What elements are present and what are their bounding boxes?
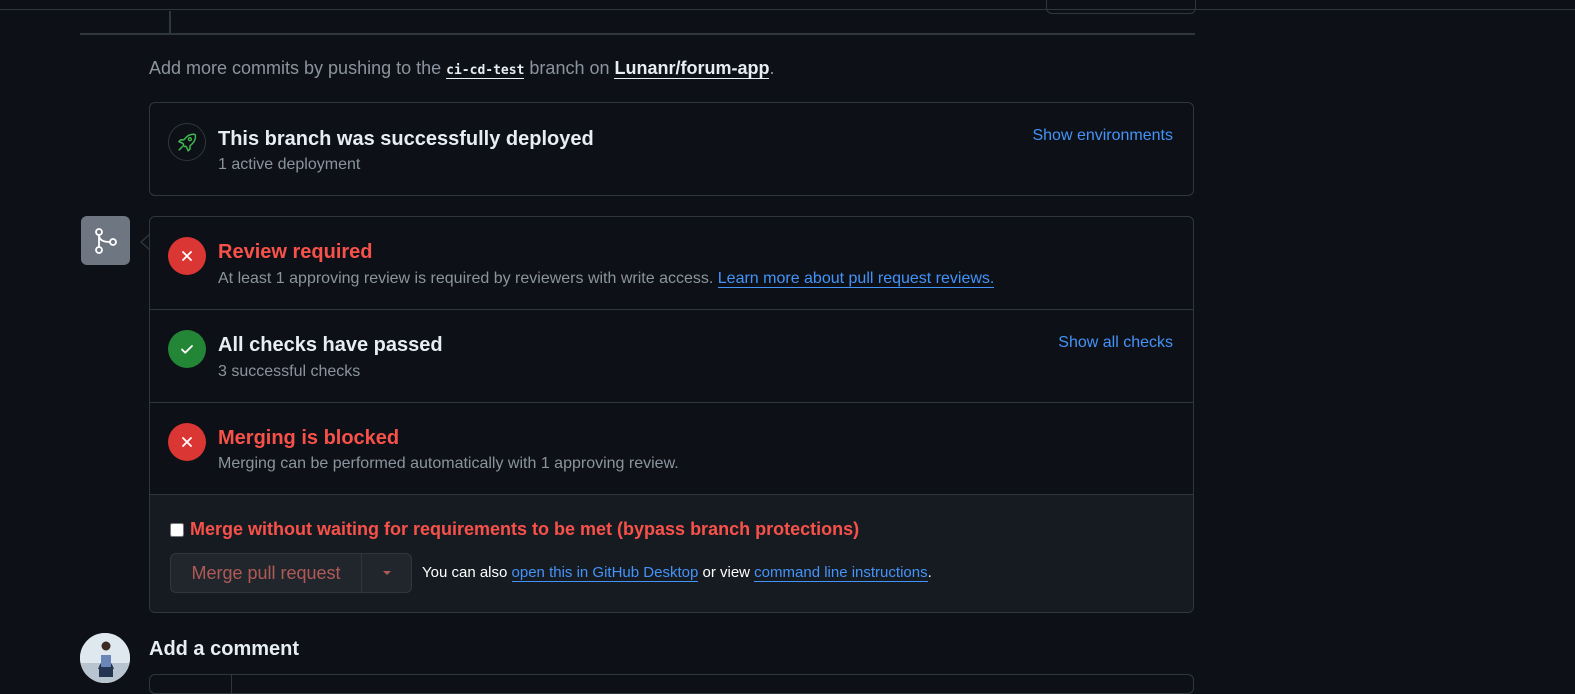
review-section: Review required At least 1 approving rev… xyxy=(150,217,1193,310)
bypass-label: Merge without waiting for requirements t… xyxy=(190,519,860,539)
also-suffix: . xyxy=(927,564,932,581)
check-icon xyxy=(168,330,206,368)
merge-options-dropdown[interactable] xyxy=(362,554,411,592)
branch-name-link[interactable]: ci-cd-test xyxy=(446,63,525,79)
add-comment-heading: Add a comment xyxy=(149,638,300,660)
checks-title: All checks have passed xyxy=(218,334,443,356)
review-text: At least 1 approving review is required … xyxy=(218,270,718,287)
partial-button[interactable] xyxy=(1046,0,1196,14)
also-middle: or view xyxy=(698,564,755,581)
bypass-checkbox[interactable] xyxy=(170,522,184,537)
comment-box[interactable] xyxy=(149,674,1194,694)
deployment-title: This branch was successfully deployed xyxy=(218,128,594,150)
deployment-box: This branch was successfully deployed 1 … xyxy=(149,102,1194,196)
section-divider xyxy=(80,33,1195,35)
bypass-option[interactable]: Merge without waiting for requirements t… xyxy=(170,519,859,540)
x-icon xyxy=(168,237,206,275)
git-merge-icon xyxy=(81,216,130,265)
merge-box: Review required At least 1 approving rev… xyxy=(149,216,1194,613)
merge-pull-request-button[interactable]: Merge pull request xyxy=(171,554,362,592)
hint-suffix: . xyxy=(769,58,775,78)
review-description: At least 1 approving review is required … xyxy=(218,270,995,288)
rocket-icon xyxy=(168,123,206,161)
repo-link[interactable]: Lunanr/forum-app xyxy=(614,58,770,79)
alternative-options: You can also open this in GitHub Desktop… xyxy=(422,564,932,582)
command-line-instructions-link[interactable]: command line instructions xyxy=(754,564,928,582)
blocked-title: Merging is blocked xyxy=(218,427,400,449)
push-hint: Add more commits by pushing to the ci-cd… xyxy=(149,58,775,79)
review-title: Review required xyxy=(218,241,373,263)
merge-button-group: Merge pull request xyxy=(170,553,412,593)
github-desktop-link[interactable]: open this in GitHub Desktop xyxy=(511,564,699,582)
blocked-subtitle: Merging can be performed automatically w… xyxy=(218,455,679,472)
also-prefix: You can also xyxy=(422,564,512,581)
learn-more-reviews-link[interactable]: Learn more about pull request reviews. xyxy=(717,270,995,288)
show-all-checks-link[interactable]: Show all checks xyxy=(1058,334,1173,352)
blocked-section: Merging is blocked Merging can be perfor… xyxy=(150,403,1193,495)
triangle-down-icon xyxy=(382,571,391,575)
show-environments-link[interactable]: Show environments xyxy=(1032,127,1173,145)
top-divider xyxy=(0,9,1575,10)
merge-actions-section: Merge without waiting for requirements t… xyxy=(150,495,1193,612)
checks-subtitle: 3 successful checks xyxy=(218,363,361,380)
checks-section: All checks have passed 3 successful chec… xyxy=(150,310,1193,403)
avatar[interactable] xyxy=(80,633,130,683)
timeline-line xyxy=(169,11,171,33)
comment-write-tab[interactable] xyxy=(149,674,232,694)
deployment-subtitle: 1 active deployment xyxy=(218,156,361,173)
hint-prefix: Add more commits by pushing to the xyxy=(149,58,447,78)
x-icon xyxy=(168,423,206,461)
hint-middle: branch on xyxy=(524,58,615,78)
